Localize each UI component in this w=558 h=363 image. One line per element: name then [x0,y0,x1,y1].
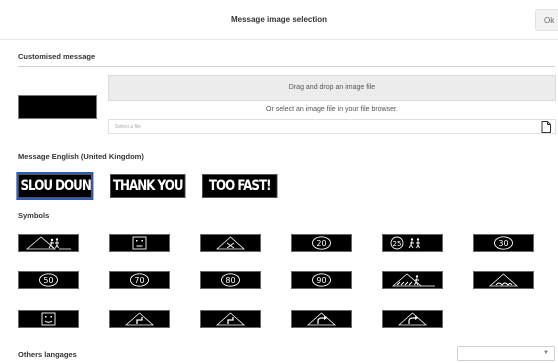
message-thank-you[interactable]: THANK YOU [110,174,186,198]
speed-30-icon: 30 [494,236,513,250]
right-bend-warning-icon [306,312,337,326]
dialog-header: Message image selection Ok [0,0,558,40]
symbol-speed-25-children[interactable]: 25 [382,234,443,252]
pedestrian-crossing-icon [391,273,435,287]
speed-30-text: 30 [498,239,508,248]
file-select-input[interactable]: Select a file [108,119,556,134]
speed-25-text: 25 [393,240,402,248]
symbol-speed-30[interactable]: 30 [473,234,534,252]
dialog-title: Message image selection [230,15,328,24]
crossroads-warning-icon [215,236,246,250]
speed-80-text: 80 [225,276,235,285]
ok-button[interactable]: Ok [535,9,558,31]
message-slow-down[interactable]: SLOU DOUN [16,172,94,200]
dropzone-text: Drag and drop an image file [288,84,376,91]
symbol-bend-warning-2[interactable] [200,310,261,328]
symbol-speed-70[interactable]: 70 [109,271,170,289]
language-select[interactable]: ▼ [457,346,555,361]
message-too-fast[interactable]: TOO FAST! [202,174,278,198]
symbol-crossroads[interactable] [200,234,261,252]
file-browser-hint: Or select an image file in your file bro… [266,106,398,113]
children-crossing-icon [25,236,71,250]
custom-message-preview [18,95,97,119]
speed-20-icon: 20 [312,236,331,250]
symbols-label: Symbols [18,211,50,220]
message-english-label: Message English (United Kingdom) [18,152,144,161]
symbol-happy-face[interactable] [18,310,79,328]
speed-20-text: 20 [316,239,326,248]
speed-80-icon: 80 [221,273,240,287]
road-bumps-icon [488,273,519,287]
symbol-speed-20[interactable]: 20 [291,234,352,252]
symbol-pedestrian-crossing[interactable] [382,271,443,289]
symbol-right-bend-1[interactable] [291,310,352,328]
symbol-bend-warning-1[interactable] [109,310,170,328]
symbol-right-bend-2[interactable] [382,310,443,328]
file-input-placeholder: Select a file [115,124,141,130]
customised-divider [18,66,555,67]
happy-face-icon [41,312,56,326]
speed-50-icon: 50 [39,273,58,287]
other-languages-label: Others langages [18,350,77,359]
speed-70-text: 70 [134,276,144,285]
bend-warning-icon [124,312,155,326]
customised-message-label: Customised message [18,52,96,61]
speed-90-text: 90 [316,276,326,285]
symbol-speed-90[interactable]: 90 [291,271,352,289]
symbol-children-crossing[interactable] [18,234,79,252]
speed-70-icon: 70 [130,273,149,287]
right-bend-warning-icon [397,312,428,326]
speed-25-children-icon: 25 [390,236,420,250]
speed-90-icon: 90 [312,273,331,287]
sad-face-icon [132,236,147,250]
chevron-down-icon: ▼ [543,350,549,356]
symbol-speed-50[interactable]: 50 [18,271,79,289]
symbol-speed-80[interactable]: 80 [200,271,261,289]
image-dropzone[interactable]: Drag and drop an image file [108,75,556,101]
symbol-sad-face[interactable] [109,234,170,252]
file-icon[interactable] [539,120,553,134]
bend-warning-icon [215,312,246,326]
symbol-road-bumps[interactable] [473,271,534,289]
speed-50-text: 50 [43,276,53,285]
